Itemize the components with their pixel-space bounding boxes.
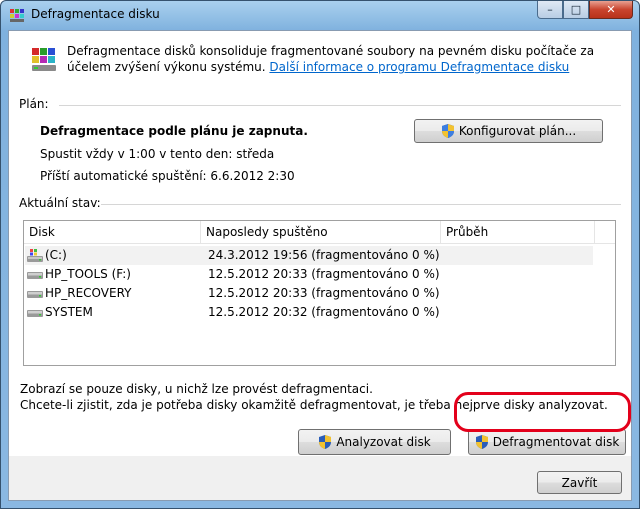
column-header-disk[interactable]: Disk xyxy=(29,225,55,239)
disk-list[interactable]: Disk Naposledy spuštěno Průběh (C:) 24.3… xyxy=(23,220,616,366)
drive-icon xyxy=(27,310,43,317)
disk-name: HP_TOOLS (F:) xyxy=(45,267,131,281)
analyze-disk-button[interactable]: Analyzovat disk xyxy=(298,429,451,455)
current-status-label: Aktuální stav: xyxy=(19,196,101,210)
column-divider[interactable] xyxy=(200,221,201,243)
disk-name: HP_RECOVERY xyxy=(45,286,132,300)
plan-status: Defragmentace podle plánu je zapnuta. xyxy=(40,124,308,138)
uac-shield-icon xyxy=(319,435,332,449)
defrag-large-icon xyxy=(32,48,56,71)
minimize-button[interactable]: – xyxy=(537,1,563,19)
plan-label: Plán: xyxy=(19,97,49,111)
uac-shield-icon xyxy=(441,124,454,138)
plan-run-schedule: Spustit vždy v 1:00 v tento den: středa xyxy=(40,147,275,161)
drive-icon xyxy=(27,272,43,279)
disk-row-c[interactable]: (C:) 24.3.2012 19:56 (fragmentováno 0 %) xyxy=(25,246,593,265)
disk-last-run: 24.3.2012 19:56 (fragmentováno 0 %) xyxy=(208,248,440,262)
column-divider[interactable] xyxy=(594,221,595,243)
disk-last-run: 12.5.2012 20:33 (fragmentováno 0 %) xyxy=(208,286,440,300)
caption-buttons: – □ ✕ xyxy=(537,1,633,19)
disk-last-run: 12.5.2012 20:32 (fragmentováno 0 %) xyxy=(208,305,440,319)
window: Defragmentace disku – □ ✕ Defragmentace … xyxy=(0,0,640,509)
defragment-disk-button[interactable]: Defragmentovat disk xyxy=(468,429,626,455)
column-header-last-run[interactable]: Naposledy spuštěno xyxy=(206,225,328,239)
maximize-button[interactable]: □ xyxy=(563,1,589,19)
configure-schedule-button[interactable]: Konfigurovat plán... xyxy=(414,119,603,143)
column-header-progress[interactable]: Průběh xyxy=(446,225,488,239)
disk-row-system[interactable]: SYSTEM 12.5.2012 20:32 (fragmentováno 0 … xyxy=(25,303,593,322)
note-disks-shown: Zobrazí se pouze disky, u nichž lze prov… xyxy=(20,382,373,396)
disk-last-run: 12.5.2012 20:33 (fragmentováno 0 %) xyxy=(208,267,440,281)
defrag-app-icon xyxy=(10,9,24,22)
disk-list-header: Disk Naposledy spuštěno Průběh xyxy=(24,221,615,244)
analyze-disk-label: Analyzovat disk xyxy=(336,435,431,449)
highlight-annotation xyxy=(454,392,631,432)
drive-icon xyxy=(27,291,43,298)
plan-next-run: Příští automatické spuštění: 6.6.2012 2:… xyxy=(40,169,295,183)
uac-shield-icon xyxy=(475,435,488,449)
current-status-separator xyxy=(101,204,621,205)
disk-name: SYSTEM xyxy=(45,305,93,319)
disk-row-hp-recovery[interactable]: HP_RECOVERY 12.5.2012 20:33 (fragmentová… xyxy=(25,284,593,303)
disk-row-hp-tools[interactable]: HP_TOOLS (F:) 12.5.2012 20:33 (fragmento… xyxy=(25,265,593,284)
intro-text: Defragmentace disků konsoliduje fragment… xyxy=(67,43,617,75)
close-window-button[interactable]: ✕ xyxy=(589,1,633,19)
defragment-disk-label: Defragmentovat disk xyxy=(492,435,620,449)
title-bar[interactable]: Defragmentace disku – □ ✕ xyxy=(1,1,639,29)
disk-name: (C:) xyxy=(45,248,67,262)
system-drive-icon xyxy=(27,249,43,262)
close-dialog-button[interactable]: Zavřít xyxy=(537,471,622,494)
window-title: Defragmentace disku xyxy=(31,7,160,21)
configure-schedule-label: Konfigurovat plán... xyxy=(458,124,577,138)
column-divider[interactable] xyxy=(440,221,441,243)
more-info-link[interactable]: Další informace o programu Defragmentace… xyxy=(269,60,569,74)
plan-separator xyxy=(59,105,621,106)
